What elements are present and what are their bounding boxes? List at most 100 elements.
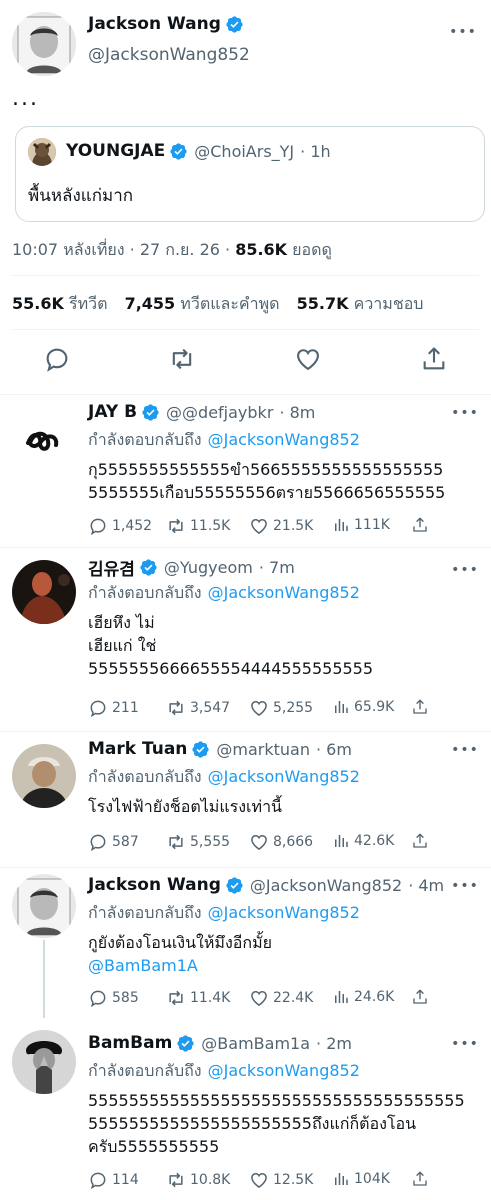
retweet-button[interactable]: 3,547 (166, 698, 230, 718)
share-icon[interactable] (420, 345, 448, 373)
reply-button[interactable]: 211 (88, 698, 139, 718)
quoted-tweet[interactable]: YOUNGJAE @ChoiArs_YJ · 1h พื้นหลังแก่มาก (15, 126, 485, 222)
retweet-button[interactable]: 11.5K (166, 516, 230, 536)
retweet-button[interactable]: 11.4K (166, 988, 230, 1008)
quotes-count[interactable]: 7,455 (125, 294, 176, 313)
reply-tweet[interactable]: JAY B @@defjaybkr · 8m ••• กำลังตอบกลับถ… (0, 395, 491, 548)
avatar[interactable] (12, 12, 76, 76)
share-icon (411, 988, 429, 1006)
tweet-time[interactable]: · 4m (408, 876, 444, 895)
replying-to: กำลังตอบกลับถึง @JacksonWang852 (88, 428, 360, 453)
reply-button[interactable]: 587 (88, 832, 139, 852)
divider (12, 329, 479, 330)
retweet-icon[interactable] (168, 345, 196, 373)
tweet-text: กูยังต้องโอนเงินให้มึงอีกมั้ย (88, 933, 272, 952)
replying-to-link[interactable]: @JacksonWang852 (208, 903, 360, 922)
tweet-text-block: กูยังต้องโอนเงินให้มึงอีกมั้ย @BamBam1A (88, 931, 483, 977)
avatar[interactable] (12, 1030, 76, 1094)
more-icon[interactable]: ••• (451, 1034, 478, 1054)
avatar[interactable] (12, 744, 76, 808)
views-button[interactable]: 65.9K (332, 698, 394, 716)
share-button[interactable] (411, 988, 433, 1006)
author-handle[interactable]: @BamBam1a (201, 1034, 310, 1053)
more-icon[interactable]: ••• (451, 560, 478, 580)
reply-tweet[interactable]: Mark Tuan @marktuan · 6m ••• กำลังตอบกลั… (0, 732, 491, 868)
mention-link[interactable]: @BamBam1A (88, 956, 198, 975)
reply-tweet[interactable]: Jackson Wang @JacksonWang852 · 4m ••• กำ… (0, 868, 491, 1018)
reply-count: 114 (112, 1172, 139, 1188)
avatar[interactable] (12, 407, 76, 471)
reply-header: Mark Tuan @marktuan · 6m (88, 739, 352, 759)
tweet-time[interactable]: · 7m (259, 558, 295, 577)
retweets-label[interactable]: รีทวีต (69, 294, 108, 313)
verified-badge-icon (191, 740, 210, 759)
replying-to-link[interactable]: @JacksonWang852 (208, 430, 360, 449)
views-button[interactable]: 24.6K (332, 988, 394, 1006)
reply-icon[interactable] (43, 345, 71, 373)
reply-tweet[interactable]: 김유겸 @Yugyeom · 7m ••• กำลังตอบกลับถึง @Ja… (0, 548, 491, 732)
author-handle[interactable]: @@defjaybkr (166, 403, 273, 422)
quotes-label[interactable]: ทวีตและคำพูด (180, 294, 279, 313)
retweets-count[interactable]: 55.6K (12, 294, 64, 313)
like-button[interactable]: 8,666 (249, 832, 313, 852)
timestamp-text[interactable]: 10:07 หลังเที่ยง · 27 ก.ย. 26 · (12, 240, 235, 259)
like-icon (249, 516, 269, 536)
views-button[interactable]: 111K (332, 516, 390, 534)
share-button[interactable] (411, 516, 433, 534)
like-button[interactable]: 22.4K (249, 988, 313, 1008)
more-icon[interactable]: ••• (451, 876, 478, 896)
reply-icon (88, 988, 108, 1008)
author-handle[interactable]: @Yugyeom (164, 558, 253, 577)
share-button[interactable] (411, 1170, 433, 1188)
like-icon (249, 1170, 269, 1190)
likes-count[interactable]: 55.7K (297, 294, 349, 313)
author-handle[interactable]: @JacksonWang852 (88, 45, 250, 65)
retweet-button[interactable]: 5,555 (166, 832, 230, 852)
reply-button[interactable]: 585 (88, 988, 139, 1008)
views-button[interactable]: 42.6K (332, 832, 394, 850)
author-name[interactable]: Mark Tuan (88, 739, 187, 759)
author-handle[interactable]: @marktuan (216, 740, 310, 759)
avatar[interactable] (12, 560, 76, 624)
retweet-button[interactable]: 10.8K (166, 1170, 230, 1190)
author-name[interactable]: BamBam (88, 1033, 172, 1053)
reply-button[interactable]: 114 (88, 1170, 139, 1190)
author-name[interactable]: Jackson Wang (88, 14, 221, 34)
retweet-icon (166, 516, 186, 536)
author-name[interactable]: 김유겸 (88, 555, 135, 580)
retweet-count: 11.4K (190, 990, 231, 1006)
author-handle[interactable]: @JacksonWang852 (250, 876, 402, 895)
author-row: Jackson Wang (88, 14, 244, 34)
more-icon[interactable]: ••• (451, 403, 478, 423)
retweet-count: 3,547 (190, 700, 231, 716)
like-button[interactable]: 5,255 (249, 698, 313, 718)
share-button[interactable] (411, 698, 433, 716)
reply-count: 211 (112, 700, 139, 716)
tweet-time[interactable]: · 8m (279, 403, 315, 422)
views-button[interactable]: 104K (332, 1170, 390, 1188)
reply-button[interactable]: 1,452 (88, 516, 152, 536)
tweet-actions: 585 11.4K 22.4K 24.6K (88, 988, 438, 1008)
replying-to: กำลังตอบกลับถึง @JacksonWang852 (88, 1059, 360, 1084)
author-name[interactable]: Jackson Wang (88, 875, 221, 895)
tweet-time[interactable]: · 2m (316, 1034, 352, 1053)
more-icon[interactable]: ••• (449, 22, 476, 42)
replying-to-link[interactable]: @JacksonWang852 (208, 583, 360, 602)
author-name[interactable]: JAY B (88, 402, 137, 422)
share-icon (411, 516, 429, 534)
reply-tweet[interactable]: BamBam @BamBam1a · 2m ••• กำลังตอบกลับถึ… (0, 1026, 491, 1200)
share-button[interactable] (411, 832, 433, 850)
avatar[interactable] (12, 874, 76, 938)
replying-to-link[interactable]: @JacksonWang852 (208, 767, 360, 786)
like-button[interactable]: 21.5K (249, 516, 313, 536)
more-icon[interactable]: ••• (451, 740, 478, 760)
like-button[interactable]: 12.5K (249, 1170, 313, 1190)
replying-to-link[interactable]: @JacksonWang852 (208, 1061, 360, 1080)
quoted-time: · 1h (300, 141, 331, 161)
replying-label: กำลังตอบกลับถึง (88, 430, 202, 449)
main-tweet: Jackson Wang @JacksonWang852 ••• ... YOU… (0, 0, 491, 395)
likes-label[interactable]: ความชอบ (354, 294, 424, 313)
like-icon[interactable] (294, 345, 322, 373)
tweet-time[interactable]: · 6m (316, 740, 352, 759)
quoted-header: YOUNGJAE @ChoiArs_YJ · 1h (66, 141, 331, 161)
